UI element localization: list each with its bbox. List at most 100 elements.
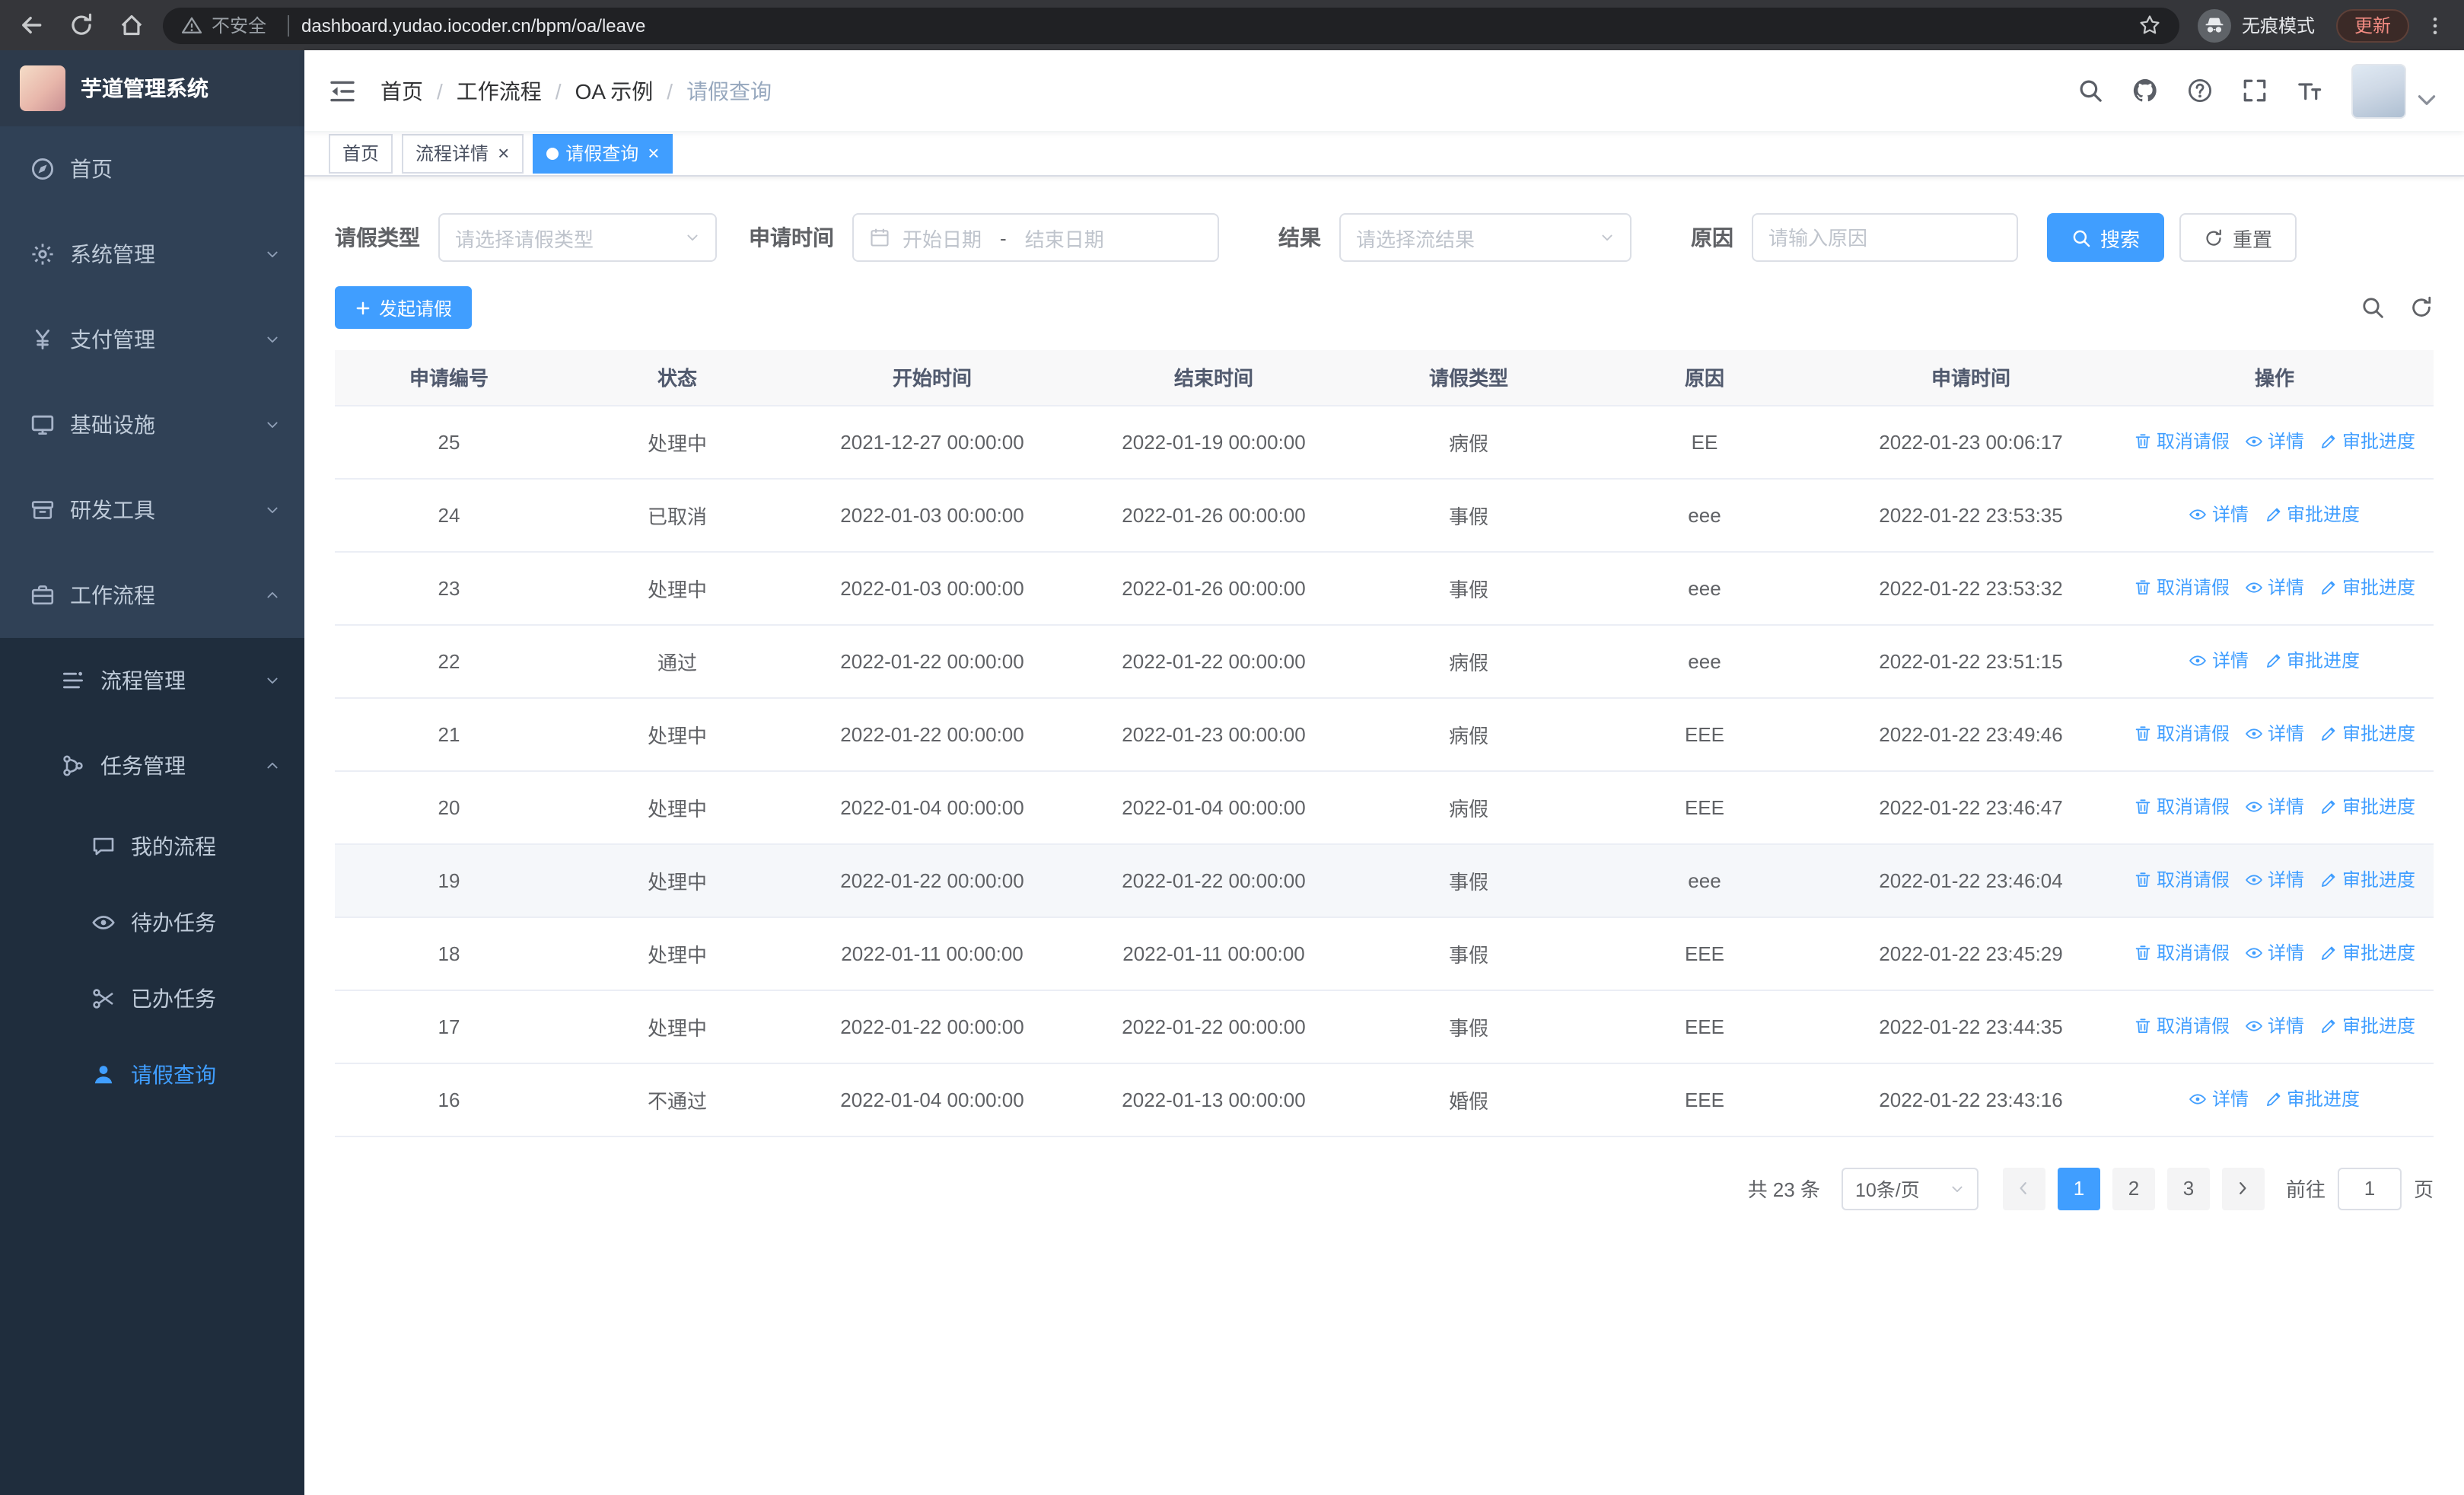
help-icon[interactable] bbox=[2187, 78, 2213, 104]
font-size-icon[interactable] bbox=[2297, 78, 2322, 104]
page-button-1[interactable]: 1 bbox=[2057, 1167, 2100, 1210]
approval-progress-link[interactable]: 审批进度 bbox=[2319, 940, 2415, 966]
breadcrumb-item[interactable]: OA 示例 bbox=[575, 75, 654, 106]
page-button-2[interactable]: 2 bbox=[2112, 1167, 2155, 1210]
browser-refresh-icon[interactable] bbox=[68, 12, 94, 38]
table-row: 22 通过 2022-01-22 00:00:00 2022-01-22 00:00:… bbox=[335, 624, 2434, 698]
detail-link[interactable]: 详情 bbox=[2245, 575, 2304, 601]
table-row: 24 已取消 2022-01-03 00:00:00 2022-01-26 00:00… bbox=[335, 478, 2434, 552]
tab-process-detail[interactable]: 流程详情 × bbox=[402, 133, 524, 173]
detail-link[interactable]: 详情 bbox=[2245, 940, 2304, 966]
sidebar-item-infrastructure[interactable]: 基础设施 bbox=[0, 382, 304, 467]
next-page-button[interactable] bbox=[2221, 1167, 2265, 1210]
refresh-table-icon[interactable] bbox=[2409, 295, 2434, 320]
bookmark-star-icon[interactable] bbox=[2138, 14, 2161, 37]
sidebar-item-task-management[interactable]: 任务管理 bbox=[0, 723, 304, 808]
sidebar-item-label: 已办任务 bbox=[131, 987, 216, 1011]
browser-back-icon[interactable] bbox=[18, 12, 44, 38]
table-row: 21 处理中 2022-01-22 00:00:00 2022-01-23 00:00… bbox=[335, 697, 2434, 771]
approval-progress-link[interactable]: 审批进度 bbox=[2319, 721, 2415, 747]
reason-input[interactable] bbox=[1768, 226, 2001, 249]
table-row: 25 处理中 2021-12-27 00:00:00 2022-01-19 00:00… bbox=[335, 405, 2434, 479]
apply-time-range-picker[interactable]: 开始日期 - 结束日期 bbox=[852, 213, 1219, 262]
result-select[interactable]: 请选择流结果 bbox=[1339, 213, 1632, 262]
breadcrumb-item[interactable]: 工作流程 bbox=[457, 75, 542, 106]
approval-progress-link[interactable]: 审批进度 bbox=[2319, 429, 2415, 454]
github-icon[interactable] bbox=[2132, 78, 2158, 104]
fullscreen-icon[interactable] bbox=[2242, 78, 2268, 104]
op-label: 详情 bbox=[2267, 942, 2304, 964]
approval-progress-link[interactable]: 审批进度 bbox=[2264, 1086, 2360, 1112]
sidebar-item-dev-tools[interactable]: 研发工具 bbox=[0, 467, 304, 553]
goto-label: 前往 bbox=[2285, 1178, 2326, 1201]
sidebar-item-process-management[interactable]: 流程管理 bbox=[0, 638, 304, 723]
reset-button[interactable]: 重置 bbox=[2179, 213, 2297, 262]
sidebar-filler bbox=[0, 1113, 304, 1495]
user-avatar-menu[interactable] bbox=[2351, 63, 2440, 118]
cell-apply-id: 21 bbox=[335, 697, 563, 771]
sidebar-item-leave-query[interactable]: 请假查询 bbox=[0, 1037, 304, 1113]
detail-link[interactable]: 详情 bbox=[2245, 794, 2304, 820]
page-button-3[interactable]: 3 bbox=[2166, 1167, 2210, 1210]
approval-progress-link[interactable]: 审批进度 bbox=[2319, 794, 2415, 820]
approval-progress-link[interactable]: 审批进度 bbox=[2319, 867, 2415, 893]
sidebar-item-workflow[interactable]: 工作流程 bbox=[0, 553, 304, 638]
cancel-leave-link[interactable]: 取消请假 bbox=[2134, 940, 2230, 966]
browser-menu-icon[interactable] bbox=[2424, 14, 2446, 36]
browser-home-icon[interactable] bbox=[119, 12, 145, 38]
search-button[interactable]: 搜索 bbox=[2047, 213, 2165, 262]
sidebar-item-done-tasks[interactable]: 已办任务 bbox=[0, 961, 304, 1037]
start-date-placeholder: 开始日期 bbox=[903, 228, 982, 250]
search-icon[interactable] bbox=[2077, 78, 2103, 104]
breadcrumb-separator: / bbox=[437, 78, 443, 103]
hamburger-icon[interactable] bbox=[329, 78, 356, 103]
chevron-down-icon bbox=[265, 673, 280, 688]
goto-page-input[interactable] bbox=[2337, 1167, 2402, 1210]
table-col-header: 结束时间 bbox=[1073, 350, 1355, 406]
leave-type-select[interactable]: 请选择请假类型 bbox=[438, 213, 717, 262]
cancel-leave-link[interactable]: 取消请假 bbox=[2134, 867, 2230, 893]
page-content: 请假类型 请选择请假类型 申请时间 开始日期 - 结束日期 结果 请选择流结果 … bbox=[304, 177, 2464, 1495]
detail-link[interactable]: 详情 bbox=[2245, 429, 2304, 454]
table-row: 23 处理中 2022-01-03 00:00:00 2022-01-26 00:00… bbox=[335, 551, 2434, 625]
approval-progress-link[interactable]: 审批进度 bbox=[2319, 1013, 2415, 1039]
process-icon bbox=[61, 668, 85, 693]
sidebar-item-home[interactable]: 首页 bbox=[0, 126, 304, 212]
table-body: 25 处理中 2021-12-27 00:00:00 2022-01-19 00:00… bbox=[335, 405, 2434, 1136]
table-row: 20 处理中 2022-01-04 00:00:00 2022-01-04 00:00… bbox=[335, 770, 2434, 844]
approval-progress-link[interactable]: 审批进度 bbox=[2264, 502, 2360, 528]
cancel-leave-link[interactable]: 取消请假 bbox=[2134, 575, 2230, 601]
close-icon[interactable]: × bbox=[498, 143, 509, 163]
cell-apply-time: 2022-01-22 23:53:32 bbox=[1826, 551, 2115, 625]
cancel-leave-link[interactable]: 取消请假 bbox=[2134, 794, 2230, 820]
toggle-search-icon[interactable] bbox=[2361, 295, 2385, 320]
page-size-select[interactable]: 10条/页 bbox=[1841, 1167, 1979, 1210]
chrome-update-button[interactable]: 更新 bbox=[2335, 8, 2409, 42]
cancel-leave-link[interactable]: 取消请假 bbox=[2134, 429, 2230, 454]
detail-link[interactable]: 详情 bbox=[2189, 502, 2249, 528]
app-logo[interactable]: 芋道管理系统 bbox=[0, 50, 304, 126]
detail-link[interactable]: 详情 bbox=[2245, 721, 2304, 747]
cancel-leave-link[interactable]: 取消请假 bbox=[2134, 721, 2230, 747]
detail-link[interactable]: 详情 bbox=[2245, 867, 2304, 893]
cell-operations: 取消请假 详情 审批进度 bbox=[2115, 551, 2434, 625]
sidebar-item-todo-tasks[interactable]: 待办任务 bbox=[0, 885, 304, 961]
sidebar-item-my-process[interactable]: 我的流程 bbox=[0, 808, 304, 885]
detail-link[interactable]: 详情 bbox=[2245, 1013, 2304, 1039]
address-bar[interactable]: 不安全 dashboard.yudao.iocoder.cn/bpm/oa/le… bbox=[163, 7, 2179, 43]
close-icon[interactable]: × bbox=[648, 143, 659, 163]
search-icon bbox=[2071, 228, 2091, 247]
tab-leave-query[interactable]: 请假查询 × bbox=[532, 133, 673, 173]
create-leave-button[interactable]: 发起请假 bbox=[335, 286, 473, 329]
breadcrumb-item[interactable]: 首页 bbox=[380, 75, 423, 106]
detail-link[interactable]: 详情 bbox=[2189, 1086, 2249, 1112]
tab-home[interactable]: 首页 bbox=[329, 133, 393, 173]
cancel-leave-link[interactable]: 取消请假 bbox=[2134, 1013, 2230, 1039]
approval-progress-link[interactable]: 审批进度 bbox=[2264, 648, 2360, 674]
cell-reason: EE bbox=[1583, 405, 1826, 479]
sidebar-item-system-management[interactable]: 系统管理 bbox=[0, 212, 304, 297]
approval-progress-link[interactable]: 审批进度 bbox=[2319, 575, 2415, 601]
cell-apply-id: 20 bbox=[335, 770, 563, 844]
sidebar-item-payment-management[interactable]: 支付管理 bbox=[0, 297, 304, 382]
detail-link[interactable]: 详情 bbox=[2189, 648, 2249, 674]
